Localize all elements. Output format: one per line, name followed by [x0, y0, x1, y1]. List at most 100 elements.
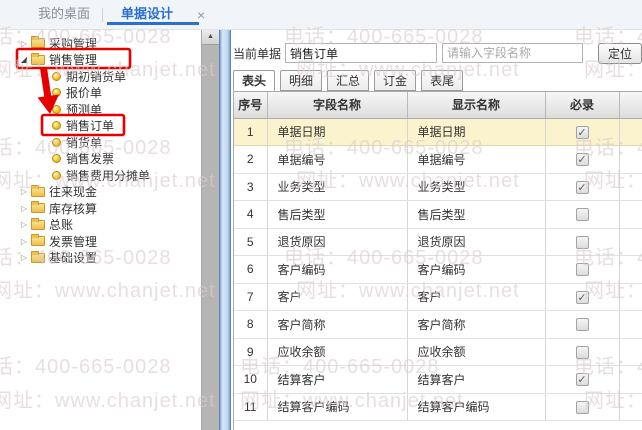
field-name-cell[interactable]: 应收余额 — [267, 338, 407, 366]
display-name-cell[interactable]: 客户简称 — [407, 311, 545, 339]
folder-icon — [31, 55, 45, 65]
table-row[interactable]: 6 客户编码 客户编码 — [234, 256, 642, 284]
chevron-right-icon[interactable]: ▷ — [19, 204, 29, 213]
tree-item-sales-delivery[interactable]: 销货单 — [0, 134, 201, 151]
required-checkbox[interactable] — [576, 236, 589, 249]
tree-item-label: 销售管理 — [49, 51, 97, 68]
table-row[interactable]: 4 售后类型 售后类型 — [234, 201, 642, 229]
table-row[interactable]: 3 业务类型 业务类型 ✓ — [234, 173, 642, 201]
tree-item-label: 基础设置 — [49, 249, 97, 266]
tree-item-general-ledger[interactable]: ▷ 总账 — [0, 217, 201, 234]
tree-item-inventory[interactable]: ▷ 库存核算 — [0, 200, 201, 217]
display-name-cell[interactable]: 客户 — [407, 283, 545, 311]
field-name-cell[interactable]: 业务类型 — [267, 173, 407, 201]
tree-item-sales-invoice[interactable]: 销售发票 — [0, 151, 201, 168]
col-header-display: 显示名称 — [407, 92, 545, 118]
table-row[interactable]: 2 单据编号 单据编号 ✓ — [234, 146, 642, 174]
field-name-cell[interactable]: 售后类型 — [267, 201, 407, 229]
display-name-cell[interactable]: 退货原因 — [407, 228, 545, 256]
locate-button[interactable]: 定位 — [598, 43, 642, 64]
scroll-up-icon[interactable]: ▲ — [202, 30, 219, 45]
chevron-right-icon[interactable]: ▷ — [19, 237, 29, 246]
tab-header-section[interactable]: 表头 — [233, 70, 275, 91]
folder-icon — [31, 203, 45, 213]
required-checkbox[interactable]: ✓ — [576, 373, 589, 386]
display-name-cell[interactable]: 单据编号 — [407, 146, 545, 174]
display-name-cell[interactable]: 业务类型 — [407, 173, 545, 201]
required-checkbox[interactable] — [576, 318, 589, 331]
display-name-cell[interactable]: 结算客户编码 — [407, 393, 545, 421]
tab-deposit-section[interactable]: 订金 — [374, 70, 416, 91]
scrollbar-thumb[interactable] — [202, 45, 219, 430]
chevron-right-icon[interactable]: ▷ — [19, 187, 29, 196]
field-name-cell[interactable]: 客户 — [267, 283, 407, 311]
display-name-cell[interactable]: 售后类型 — [407, 201, 545, 229]
table-row[interactable]: 5 退货原因 退货原因 — [234, 228, 642, 256]
tree-item-cash[interactable]: ▷ 往来现金 — [0, 184, 201, 201]
tab-footer-section[interactable]: 表尾 — [421, 70, 463, 91]
tree-item-label: 预测单 — [66, 101, 102, 118]
table-row[interactable]: 8 客户简称 客户简称 — [234, 311, 642, 339]
tree-item-sales-expense[interactable]: 销售费用分摊单 — [0, 167, 201, 184]
table-row[interactable]: 7 客户 客户 ✓ — [234, 283, 642, 311]
row-no: 6 — [234, 256, 267, 284]
tree-item-label: 销售发票 — [66, 150, 114, 167]
required-checkbox[interactable]: ✓ — [576, 126, 589, 139]
display-name-cell[interactable]: 单据日期 — [407, 118, 545, 146]
field-name-cell[interactable]: 单据日期 — [267, 118, 407, 146]
tree-item-label: 报价单 — [66, 84, 102, 101]
required-checkbox[interactable] — [576, 208, 589, 221]
chevron-right-icon[interactable]: ▷ — [19, 253, 29, 262]
field-name-cell[interactable]: 结算客户 — [267, 366, 407, 394]
required-checkbox[interactable] — [576, 346, 589, 359]
required-checkbox[interactable]: ✓ — [576, 153, 589, 166]
tree-item-initial-sales[interactable]: 期初销货单 — [0, 68, 201, 85]
required-checkbox[interactable] — [576, 263, 589, 276]
col-header-required: 必录 — [545, 92, 619, 118]
tab-document-design[interactable]: 单据设计 — [111, 0, 183, 30]
tree-item-quotation[interactable]: 报价单 — [0, 85, 201, 102]
row-no: 1 — [234, 118, 267, 146]
tree-item-sales-order[interactable]: 销售订单 — [0, 118, 201, 135]
tree-item-basic-settings[interactable]: ▷ 基础设置 — [0, 250, 201, 267]
field-name-cell[interactable]: 客户简称 — [267, 311, 407, 339]
required-checkbox[interactable]: ✓ — [576, 181, 589, 194]
table-row[interactable]: 1 单据日期 单据日期 ✓ — [234, 118, 642, 146]
field-name-cell[interactable]: 单据编号 — [267, 146, 407, 174]
tree-scrollbar[interactable]: ▲ — [201, 30, 219, 430]
tree-item-forecast[interactable]: 预测单 — [0, 101, 201, 118]
col-header-extra — [619, 92, 642, 118]
required-checkbox[interactable]: ✓ — [576, 291, 589, 304]
chevron-right-icon[interactable]: ▷ — [19, 39, 29, 48]
table-row[interactable]: 10 结算客户 结算客户 ✓ — [234, 366, 642, 394]
tab-detail-section[interactable]: 明细 — [280, 70, 322, 91]
chevron-expanded-icon[interactable]: ◢ — [19, 55, 29, 64]
tree-item-sales[interactable]: ◢ 销售管理 — [0, 52, 201, 69]
table-row[interactable]: 11 结算客户编码 结算客户编码 — [234, 393, 642, 421]
tree-item-label: 期初销货单 — [66, 68, 126, 85]
bullet-icon — [52, 154, 61, 163]
row-no: 10 — [234, 366, 267, 394]
col-header-field: 字段名称 — [267, 92, 407, 118]
display-name-cell[interactable]: 结算客户 — [407, 366, 545, 394]
table-header-row: 序号 字段名称 显示名称 必录 — [234, 92, 642, 118]
field-name-cell[interactable]: 结算客户编码 — [267, 393, 407, 421]
display-name-cell[interactable]: 客户编码 — [407, 256, 545, 284]
pane-splitter[interactable] — [219, 30, 231, 430]
field-name-cell[interactable]: 客户编码 — [267, 256, 407, 284]
tab-separator — [102, 8, 103, 22]
tree-item-purchase[interactable]: ▷ 采购管理 — [0, 35, 201, 52]
field-search-input[interactable] — [442, 43, 583, 63]
tab-summary-section[interactable]: 汇总 — [327, 70, 369, 91]
tree-item-invoice-mgmt[interactable]: ▷ 发票管理 — [0, 233, 201, 250]
chevron-right-icon[interactable]: ▷ — [19, 220, 29, 229]
bullet-icon — [52, 138, 61, 147]
required-checkbox[interactable] — [576, 401, 589, 414]
field-name-cell[interactable]: 退货原因 — [267, 228, 407, 256]
table-row[interactable]: 9 应收余额 应收余额 — [234, 338, 642, 366]
tab-my-desktop[interactable]: 我的桌面 — [28, 0, 100, 30]
folder-icon — [31, 236, 45, 246]
display-name-cell[interactable]: 应收余额 — [407, 338, 545, 366]
close-tab-icon[interactable]: × — [197, 0, 205, 30]
current-doc-input[interactable] — [285, 43, 437, 63]
